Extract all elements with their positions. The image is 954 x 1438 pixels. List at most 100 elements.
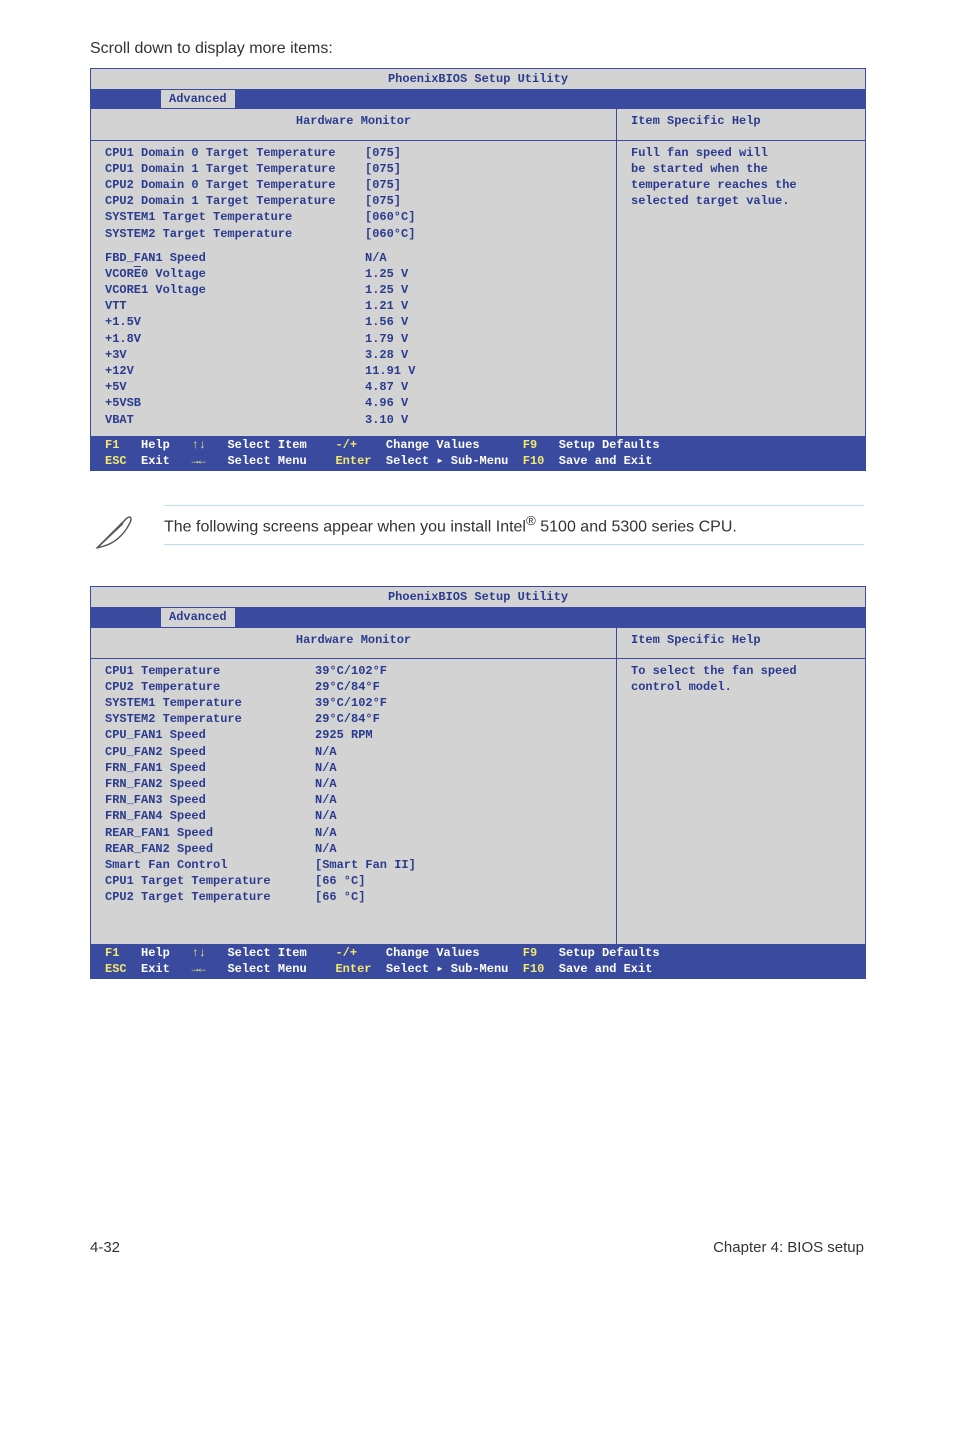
table-row: SYSTEM2 Temperature29°C/84°F	[105, 711, 602, 727]
table-row: CPU1 Target Temperature[66 °C]	[105, 873, 602, 889]
setting-value: 29°C/84°F	[315, 711, 380, 727]
feather-icon	[90, 505, 136, 558]
note-text: The following screens appear when you in…	[164, 512, 864, 538]
table-row: CPU1 Domain 0 Target Temperature[075]	[105, 145, 602, 161]
setting-value: 39°C/102°F	[315, 695, 387, 711]
bios2-help-text: To select the fan speed control model.	[631, 663, 851, 695]
bios-title: PhoenixBIOS Setup Utility	[91, 69, 865, 90]
intro-text: Scroll down to display more items:	[90, 40, 864, 58]
table-row: +3V3.28 V	[105, 347, 602, 363]
setting-label: FBD_FAN1 Speed	[105, 250, 365, 266]
setting-label: VTT	[105, 298, 365, 314]
setting-label: VCORE0 Voltage	[105, 266, 365, 282]
table-row: VCORE1 Voltage1.25 V	[105, 282, 602, 298]
bios1-help-text: Full fan speed will be started when the …	[631, 145, 851, 210]
setting-label: CPU1 Target Temperature	[105, 873, 315, 889]
page-number: 4-32	[90, 1239, 120, 1256]
setting-value: [060°C]	[365, 209, 415, 225]
chapter-label: Chapter 4: BIOS setup	[713, 1239, 864, 1256]
setting-value: N/A	[315, 841, 337, 857]
setting-value: N/A	[315, 760, 337, 776]
setting-value: N/A	[365, 250, 387, 266]
setting-label: +1.5V	[105, 314, 365, 330]
setting-label: FRN_FAN1 Speed	[105, 760, 315, 776]
bios-tabbar: Advanced	[91, 90, 865, 108]
setting-label: FRN_FAN2 Speed	[105, 776, 315, 792]
setting-label: +3V	[105, 347, 365, 363]
tab-advanced[interactable]: Advanced	[161, 608, 235, 626]
setting-label: CPU2 Target Temperature	[105, 889, 315, 905]
bios-window-2: PhoenixBIOS Setup Utility Advanced Hardw…	[90, 586, 866, 979]
setting-label: VBAT	[105, 412, 365, 428]
setting-value: 1.56 V	[365, 314, 408, 330]
setting-label: +12V	[105, 363, 365, 379]
table-row: SYSTEM2 Target Temperature[060°C]	[105, 226, 602, 242]
table-row: VCORE0 Voltage1.25 V	[105, 266, 602, 282]
setting-value: N/A	[315, 825, 337, 841]
page-footer: 4-32 Chapter 4: BIOS setup	[90, 1239, 864, 1256]
setting-value: 39°C/102°F	[315, 663, 387, 679]
table-row: FRN_FAN4 SpeedN/A	[105, 808, 602, 824]
setting-label: CPU2 Domain 0 Target Temperature	[105, 177, 365, 193]
setting-value: 11.91 V	[365, 363, 415, 379]
hardware-monitor-header: Hardware Monitor	[105, 632, 602, 650]
note-block: The following screens appear when you in…	[90, 505, 864, 558]
hardware-monitor-header: Hardware Monitor	[105, 113, 602, 131]
table-row: +1.5V1.56 V	[105, 314, 602, 330]
setting-label: CPU1 Domain 1 Target Temperature	[105, 161, 365, 177]
table-row: FBD_FAN1 SpeedN/A	[105, 250, 602, 266]
table-row: SYSTEM1 Target Temperature[060°C]	[105, 209, 602, 225]
table-row: FRN_FAN3 SpeedN/A	[105, 792, 602, 808]
setting-label: CPU_FAN2 Speed	[105, 744, 315, 760]
table-row: CPU1 Temperature39°C/102°F	[105, 663, 602, 679]
bios2-main-panel: CPU1 Temperature39°C/102°FCPU2 Temperatu…	[91, 659, 617, 914]
tab-advanced[interactable]: Advanced	[161, 90, 235, 108]
table-row: Smart Fan Control[Smart Fan II]	[105, 857, 602, 873]
table-row: CPU_FAN2 SpeedN/A	[105, 744, 602, 760]
setting-label: CPU1 Temperature	[105, 663, 315, 679]
setting-label: +5VSB	[105, 395, 365, 411]
setting-label: FRN_FAN3 Speed	[105, 792, 315, 808]
bios-title: PhoenixBIOS Setup Utility	[91, 587, 865, 608]
setting-value: [075]	[365, 193, 401, 209]
setting-label: SYSTEM2 Temperature	[105, 711, 315, 727]
setting-label: REAR_FAN1 Speed	[105, 825, 315, 841]
setting-value: 1.79 V	[365, 331, 408, 347]
table-row: VTT1.21 V	[105, 298, 602, 314]
setting-value: N/A	[315, 744, 337, 760]
bios-footer: F1 Help ↑↓ Select Item -/+ Change Values…	[91, 944, 865, 978]
setting-value: 2925 RPM	[315, 727, 373, 743]
table-row: CPU2 Domain 1 Target Temperature[075]	[105, 193, 602, 209]
table-row: REAR_FAN2 SpeedN/A	[105, 841, 602, 857]
table-row: VBAT3.10 V	[105, 412, 602, 428]
table-row: CPU2 Target Temperature[66 °C]	[105, 889, 602, 905]
table-row: +5V4.87 V	[105, 379, 602, 395]
item-specific-help-header: Item Specific Help	[631, 632, 851, 648]
table-row: SYSTEM1 Temperature39°C/102°F	[105, 695, 602, 711]
table-row: CPU2 Temperature29°C/84°F	[105, 679, 602, 695]
setting-label: VCORE1 Voltage	[105, 282, 365, 298]
setting-label: SYSTEM1 Target Temperature	[105, 209, 365, 225]
table-row: FRN_FAN2 SpeedN/A	[105, 776, 602, 792]
setting-value: 4.96 V	[365, 395, 408, 411]
table-row: +12V11.91 V	[105, 363, 602, 379]
bios1-main-panel: CPU1 Domain 0 Target Temperature[075]CPU…	[91, 141, 617, 436]
setting-value: N/A	[315, 808, 337, 824]
setting-value: 1.25 V	[365, 282, 408, 298]
setting-label: CPU2 Domain 1 Target Temperature	[105, 193, 365, 209]
setting-value: [66 °C]	[315, 873, 365, 889]
setting-value: [075]	[365, 145, 401, 161]
setting-value: 4.87 V	[365, 379, 408, 395]
table-row: CPU1 Domain 1 Target Temperature[075]	[105, 161, 602, 177]
setting-label: FRN_FAN4 Speed	[105, 808, 315, 824]
setting-label: +1.8V	[105, 331, 365, 347]
table-row: +1.8V1.79 V	[105, 331, 602, 347]
bios-tabbar: Advanced	[91, 608, 865, 626]
setting-value: [Smart Fan II]	[315, 857, 416, 873]
table-row: CPU2 Domain 0 Target Temperature[075]	[105, 177, 602, 193]
setting-value: [075]	[365, 161, 401, 177]
setting-value: 3.28 V	[365, 347, 408, 363]
setting-label: Smart Fan Control	[105, 857, 315, 873]
table-row: +5VSB4.96 V	[105, 395, 602, 411]
bios-window-1: PhoenixBIOS Setup Utility Advanced Hardw…	[90, 68, 866, 471]
